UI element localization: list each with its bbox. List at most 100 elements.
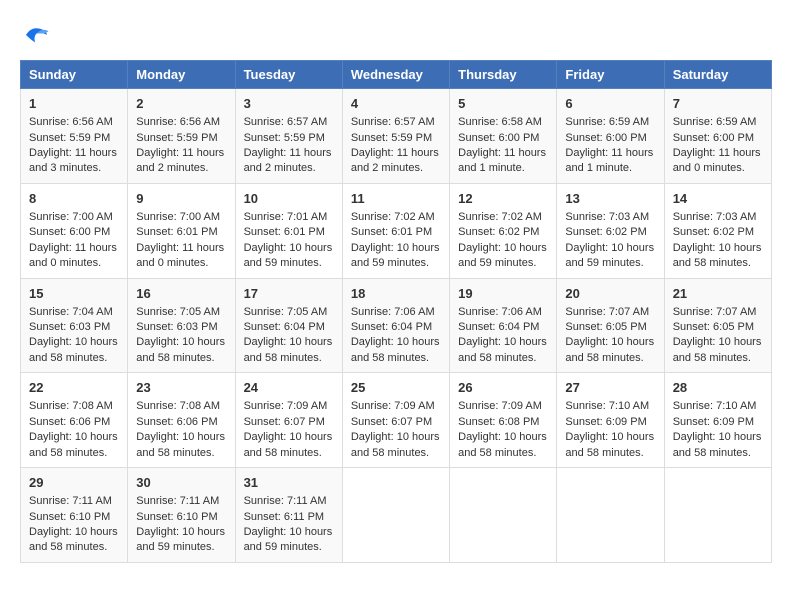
day-number: 13 xyxy=(565,190,655,208)
calendar-day-cell: 9Sunrise: 7:00 AMSunset: 6:01 PMDaylight… xyxy=(128,183,235,278)
sunset-text: Sunset: 6:04 PM xyxy=(244,321,325,333)
calendar-day-cell: 15Sunrise: 7:04 AMSunset: 6:03 PMDayligh… xyxy=(21,278,128,373)
day-number: 4 xyxy=(351,95,441,113)
day-number: 17 xyxy=(244,285,334,303)
sunrise-text: Sunrise: 7:08 AM xyxy=(29,400,113,412)
sunrise-text: Sunrise: 7:00 AM xyxy=(136,211,220,223)
sunrise-text: Sunrise: 7:10 AM xyxy=(565,400,649,412)
calendar-day-cell: 7Sunrise: 6:59 AMSunset: 6:00 PMDaylight… xyxy=(664,89,771,184)
sunrise-text: Sunrise: 7:09 AM xyxy=(458,400,542,412)
sunset-text: Sunset: 6:01 PM xyxy=(244,226,325,238)
day-number: 2 xyxy=(136,95,226,113)
sunrise-text: Sunrise: 7:05 AM xyxy=(244,306,328,318)
daylight-text: Daylight: 10 hours and 58 minutes. xyxy=(29,336,118,363)
sunset-text: Sunset: 5:59 PM xyxy=(136,132,217,144)
sunset-text: Sunset: 6:02 PM xyxy=(458,226,539,238)
calendar-day-cell xyxy=(342,468,449,563)
daylight-text: Daylight: 11 hours and 0 minutes. xyxy=(673,147,761,174)
day-number: 21 xyxy=(673,285,763,303)
calendar-day-cell: 23Sunrise: 7:08 AMSunset: 6:06 PMDayligh… xyxy=(128,373,235,468)
calendar-day-cell: 31Sunrise: 7:11 AMSunset: 6:11 PMDayligh… xyxy=(235,468,342,563)
sunrise-text: Sunrise: 7:00 AM xyxy=(29,211,113,223)
sunset-text: Sunset: 6:05 PM xyxy=(673,321,754,333)
calendar-day-cell xyxy=(557,468,664,563)
day-number: 20 xyxy=(565,285,655,303)
sunset-text: Sunset: 6:09 PM xyxy=(673,416,754,428)
calendar-day-cell: 8 Sunrise: 7:00 AM Sunset: 6:00 PM Daylight… xyxy=(21,183,128,278)
weekday-header: Tuesday xyxy=(235,61,342,89)
sunset-text: Sunset: 6:09 PM xyxy=(565,416,646,428)
sunrise-text: Sunrise: 7:10 AM xyxy=(673,400,757,412)
day-number: 7 xyxy=(673,95,763,113)
sunset-text: Sunset: 6:06 PM xyxy=(29,416,110,428)
logo xyxy=(20,20,54,50)
daylight-text: Daylight: 10 hours and 59 minutes. xyxy=(136,526,225,553)
sunrise-text: Sunrise: 6:56 AM xyxy=(29,116,113,128)
day-number: 15 xyxy=(29,285,119,303)
calendar-day-cell: 10Sunrise: 7:01 AMSunset: 6:01 PMDayligh… xyxy=(235,183,342,278)
sunset-text: Sunset: 6:00 PM xyxy=(565,132,646,144)
sunset-text: Sunset: 6:01 PM xyxy=(136,226,217,238)
daylight-text: Daylight: 10 hours and 58 minutes. xyxy=(565,336,654,363)
sunset-text: Sunset: 6:04 PM xyxy=(458,321,539,333)
day-number: 8 xyxy=(29,190,119,208)
calendar-day-cell: 4Sunrise: 6:57 AMSunset: 5:59 PMDaylight… xyxy=(342,89,449,184)
sunset-text: Sunset: 6:08 PM xyxy=(458,416,539,428)
daylight-text: Daylight: 11 hours and 2 minutes. xyxy=(351,147,439,174)
daylight-text: Daylight: 10 hours and 58 minutes. xyxy=(458,431,547,458)
day-number: 1 xyxy=(29,95,119,113)
calendar-day-cell: 27Sunrise: 7:10 AMSunset: 6:09 PMDayligh… xyxy=(557,373,664,468)
sunrise-text: Sunrise: 7:11 AM xyxy=(136,495,219,507)
calendar-table: SundayMondayTuesdayWednesdayThursdayFrid… xyxy=(20,60,772,563)
daylight-text: Daylight: 11 hours and 0 minutes. xyxy=(136,242,224,269)
day-number: 12 xyxy=(458,190,548,208)
sunset-text: Sunset: 6:10 PM xyxy=(136,511,217,523)
daylight-text: Daylight: 10 hours and 58 minutes. xyxy=(136,336,225,363)
daylight-text: Daylight: 10 hours and 58 minutes. xyxy=(351,431,440,458)
daylight-text: Daylight: 11 hours and 1 minute. xyxy=(458,147,546,174)
daylight-text: Daylight: 11 hours and 0 minutes. xyxy=(29,242,117,269)
daylight-text: Daylight: 10 hours and 58 minutes. xyxy=(458,336,547,363)
daylight-text: Daylight: 10 hours and 59 minutes. xyxy=(244,242,333,269)
page-header xyxy=(20,20,772,50)
sunrise-text: Sunrise: 7:08 AM xyxy=(136,400,220,412)
calendar-day-cell: 26 Sunrise: 7:09 AM Sunset: 6:08 PM Dayligh… xyxy=(450,373,557,468)
day-number: 28 xyxy=(673,379,763,397)
sunrise-text: Sunrise: 7:04 AM xyxy=(29,306,113,318)
day-number: 29 xyxy=(29,474,119,492)
logo-icon xyxy=(20,20,50,50)
daylight-text: Daylight: 11 hours and 2 minutes. xyxy=(136,147,224,174)
calendar-day-cell: 1Sunrise: 6:56 AMSunset: 5:59 PMDaylight… xyxy=(21,89,128,184)
calendar-day-cell: 29Sunrise: 7:11 AMSunset: 6:10 PMDayligh… xyxy=(21,468,128,563)
calendar-day-cell: 28Sunrise: 7:10 AMSunset: 6:09 PMDayligh… xyxy=(664,373,771,468)
calendar-header-row: SundayMondayTuesdayWednesdayThursdayFrid… xyxy=(21,61,772,89)
daylight-text: Daylight: 10 hours and 58 minutes. xyxy=(673,242,762,269)
calendar-day-cell: 16Sunrise: 7:05 AMSunset: 6:03 PMDayligh… xyxy=(128,278,235,373)
calendar-day-cell: 3Sunrise: 6:57 AMSunset: 5:59 PMDaylight… xyxy=(235,89,342,184)
day-number: 26 xyxy=(458,379,548,397)
daylight-text: Daylight: 10 hours and 58 minutes. xyxy=(29,526,118,553)
sunset-text: Sunset: 6:00 PM xyxy=(673,132,754,144)
day-number: 30 xyxy=(136,474,226,492)
calendar-day-cell: 20Sunrise: 7:07 AMSunset: 6:05 PMDayligh… xyxy=(557,278,664,373)
sunrise-text: Sunrise: 7:06 AM xyxy=(458,306,542,318)
sunset-text: Sunset: 6:01 PM xyxy=(351,226,432,238)
sunrise-text: Sunrise: 7:11 AM xyxy=(244,495,327,507)
daylight-text: Daylight: 10 hours and 58 minutes. xyxy=(244,431,333,458)
sunrise-text: Sunrise: 7:03 AM xyxy=(565,211,649,223)
sunset-text: Sunset: 6:02 PM xyxy=(565,226,646,238)
sunrise-text: Sunrise: 7:05 AM xyxy=(136,306,220,318)
sunrise-text: Sunrise: 7:09 AM xyxy=(351,400,435,412)
sunset-text: Sunset: 6:07 PM xyxy=(351,416,432,428)
calendar-week-row: 1 Sunrise: 6:56 AM Sunset: 5:59 PM Daylight… xyxy=(21,89,772,184)
sunrise-text: Sunrise: 7:03 AM xyxy=(673,211,757,223)
day-number: 19 xyxy=(458,285,548,303)
sunrise-text: Sunrise: 7:02 AM xyxy=(351,211,435,223)
sunset-text: Sunset: 5:59 PM xyxy=(29,132,110,144)
sunrise-text: Sunrise: 7:11 AM xyxy=(29,495,112,507)
calendar-day-cell: 21Sunrise: 7:07 AMSunset: 6:05 PMDayligh… xyxy=(664,278,771,373)
sunset-text: Sunset: 6:00 PM xyxy=(29,226,110,238)
day-number: 3 xyxy=(244,95,334,113)
sunrise-text: Sunrise: 7:06 AM xyxy=(351,306,435,318)
calendar-day-cell xyxy=(450,468,557,563)
